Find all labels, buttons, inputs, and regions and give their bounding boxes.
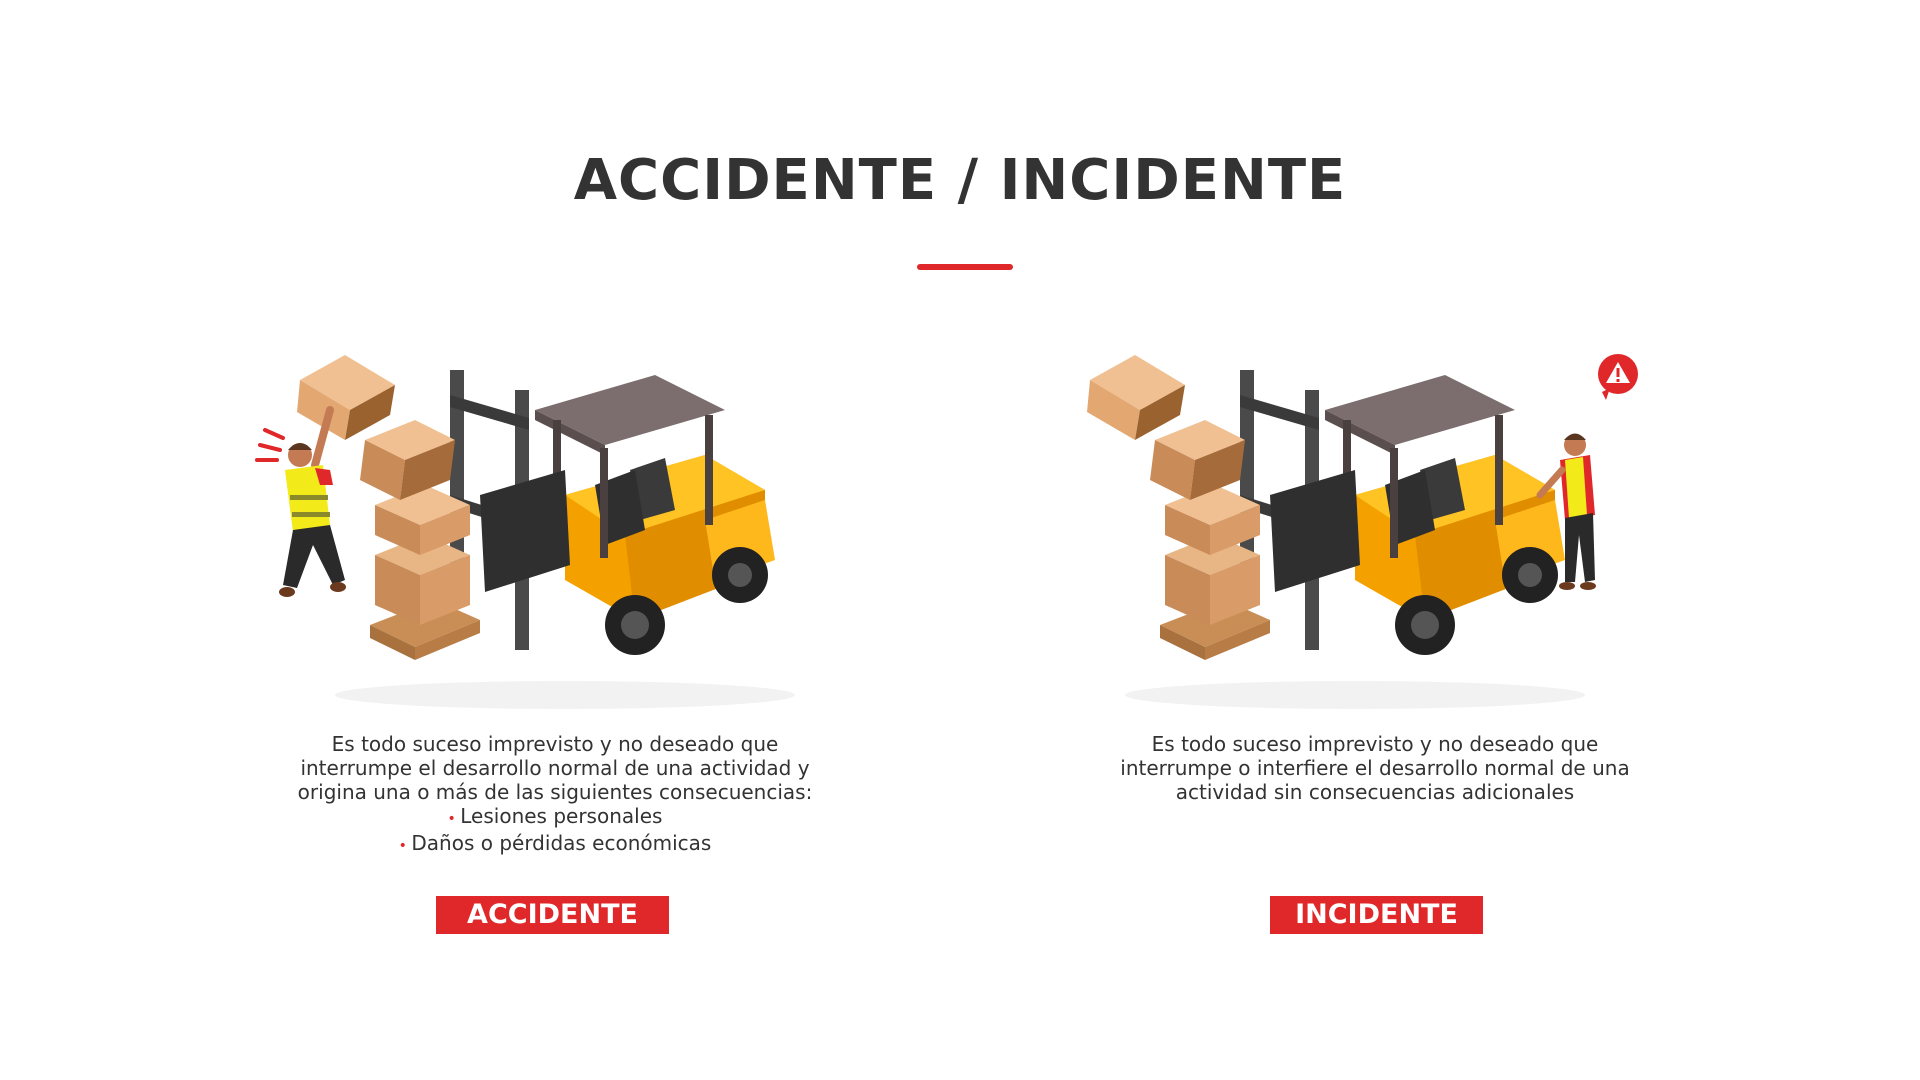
bullet-icon: • (447, 811, 461, 827)
description-line: actividad sin consecuencias adicionales (1175, 780, 1575, 804)
bullet-icon: • (398, 838, 412, 854)
bullet-item: • Daños o pérdidas económicas (235, 831, 875, 858)
accidente-badge: ACCIDENTE (436, 896, 669, 934)
incidente-badge: INCIDENTE (1270, 896, 1483, 934)
accidente-panel: Es todo suceso imprevisto y no deseado q… (235, 320, 875, 960)
bullet-text: Daños o pérdidas económicas (411, 831, 712, 855)
bullet-item: • Lesiones personales (235, 804, 875, 831)
bullet-text: Lesiones personales (460, 804, 663, 828)
description-line: interrumpe o interfiere el desarrollo no… (1120, 756, 1630, 780)
forklift-accident-illustration (255, 355, 795, 709)
incidente-description: Es todo suceso imprevisto y no deseado q… (1055, 732, 1695, 804)
page-title: ACCIDENTE / INCIDENTE (573, 148, 1347, 213)
description-line: Es todo suceso imprevisto y no deseado q… (331, 732, 779, 756)
incidente-panel: Es todo suceso imprevisto y no deseado q… (1055, 320, 1695, 960)
warning-icon (1598, 354, 1638, 400)
description-line: origina una o más de las siguientes cons… (297, 780, 813, 804)
accidente-description: Es todo suceso imprevisto y no deseado q… (235, 732, 875, 858)
description-line: Es todo suceso imprevisto y no deseado q… (1151, 732, 1599, 756)
description-line: interrumpe el desarrollo normal de una a… (300, 756, 810, 780)
title-divider (917, 264, 1013, 270)
